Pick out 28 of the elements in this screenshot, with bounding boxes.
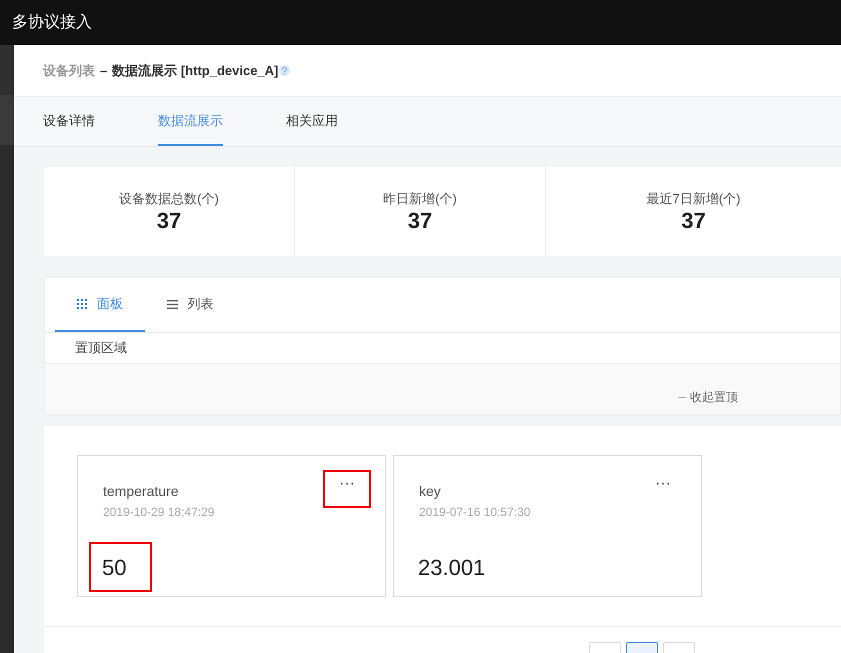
- grid-icon: [77, 299, 87, 309]
- help-icon[interactable]: [279, 65, 290, 76]
- app-title: 多协议接入: [12, 12, 92, 32]
- timestamp: 2019-07-16 10:57:30: [419, 504, 530, 520]
- timestamp: 2019-10-29 18:47:29: [103, 504, 214, 520]
- list-icon: [166, 300, 178, 308]
- collapse-button[interactable]: 收起置顶: [678, 388, 738, 406]
- stream-name: temperature: [103, 482, 178, 500]
- breadcrumb-separator: –: [100, 62, 108, 80]
- stat-label: 昨日新增(个): [383, 190, 457, 208]
- page-title: 数据流展示 [http_device_A]: [112, 62, 278, 80]
- tab[interactable]: 设备详情: [43, 97, 95, 146]
- tab[interactable]: 相关应用: [286, 97, 338, 146]
- more-button[interactable]: ···: [323, 470, 371, 508]
- section-title: 置顶区域: [75, 339, 127, 358]
- stream-name: key: [419, 482, 441, 500]
- view-tab[interactable]: 列表: [145, 278, 235, 332]
- more-button[interactable]: ···: [639, 470, 687, 508]
- stat-value: 37: [156, 208, 182, 234]
- stream-value: 23.001: [417, 554, 486, 582]
- stat-value: 37: [681, 208, 706, 234]
- data-card[interactable]: ··· key 2019-07-16 10:57:30 23.001: [393, 455, 702, 597]
- stat-label: 设备数据总数(个): [119, 190, 219, 208]
- stream-value: 50: [89, 542, 152, 592]
- data-card[interactable]: ··· temperature 2019-10-29 18:47:29 50: [77, 455, 386, 597]
- stat-label: 最近7日新增(个): [646, 190, 740, 208]
- view-tab[interactable]: 面板: [55, 278, 145, 332]
- stat-value: 37: [408, 208, 432, 234]
